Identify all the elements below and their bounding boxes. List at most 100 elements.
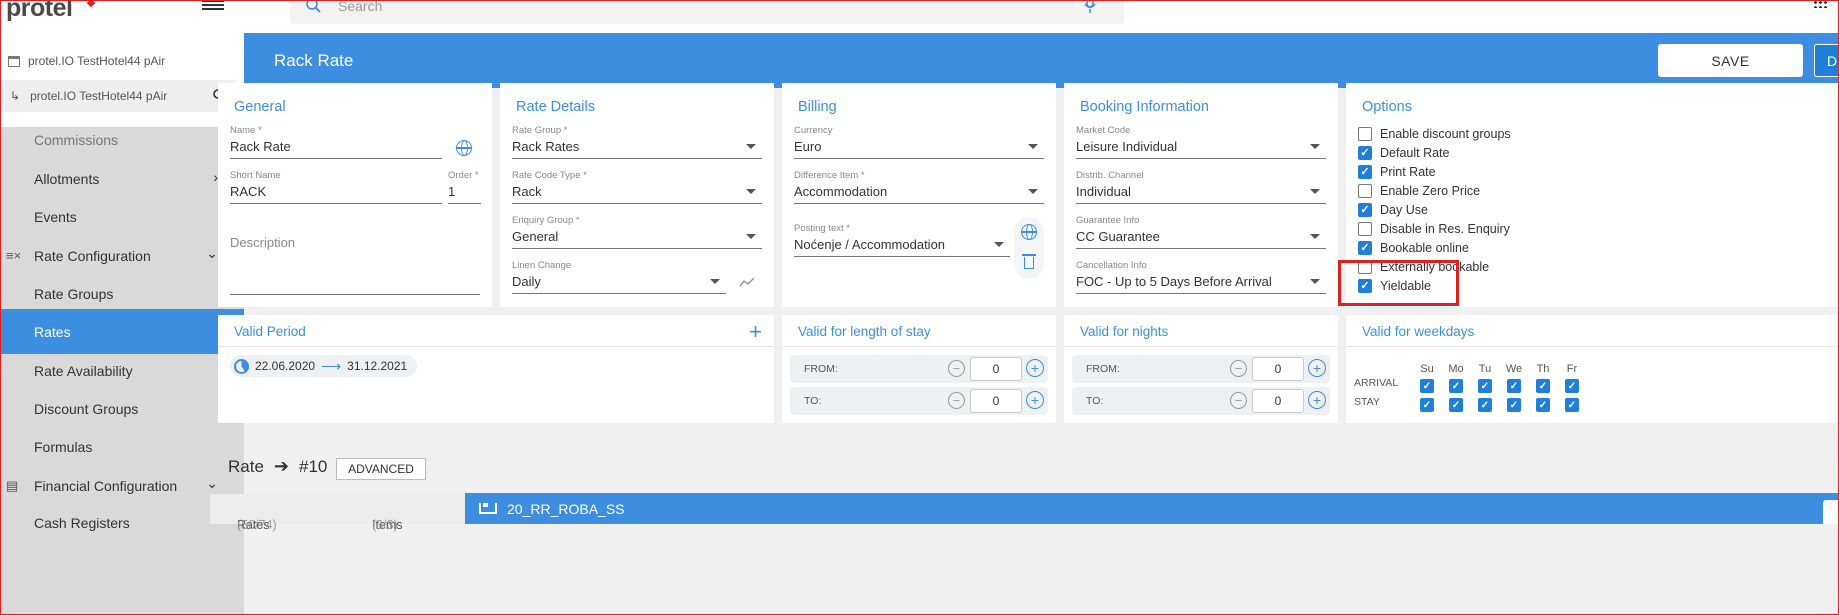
option-disable-in-res-enquiry[interactable]: Disable in Res. Enquiry: [1358, 222, 1510, 236]
sidebar-item-commissions[interactable]: Commissions: [0, 124, 244, 156]
save-button[interactable]: SAVE: [1658, 44, 1803, 77]
checkbox[interactable]: ✓: [1358, 241, 1372, 255]
page-header: Rack Rate SAVE DETAILS: [244, 33, 1839, 88]
cancellation-info-value[interactable]: FOC - Up to 5 Days Before Arrival: [1076, 274, 1326, 294]
difference-item-value[interactable]: Accommodation: [794, 184, 1044, 204]
option-default-rate[interactable]: ✓ Default Rate: [1358, 146, 1449, 160]
top-bar: Search: [244, 0, 1839, 33]
enquiry-group-value[interactable]: General: [512, 229, 762, 249]
currency-select[interactable]: Currency Euro: [794, 125, 1044, 159]
add-period-icon[interactable]: +: [749, 319, 762, 345]
los-to-input[interactable]: 0: [970, 389, 1022, 413]
market-code-select[interactable]: Market Code Leisure Individual: [1076, 125, 1326, 159]
nights-to-input[interactable]: 0: [1252, 389, 1304, 413]
linen-change-value[interactable]: Daily: [512, 274, 726, 294]
guarantee-info-select[interactable]: Guarantee Info CC Guarantee: [1076, 215, 1326, 249]
microphone-icon[interactable]: [1084, 0, 1096, 14]
stay-checkbox-tu[interactable]: ✓: [1478, 398, 1492, 412]
sidebar-item-cash-registers[interactable]: Cash Registers: [0, 500, 244, 545]
name-field[interactable]: Name * Rack Rate: [230, 125, 442, 159]
option-print-rate[interactable]: ✓ Print Rate: [1358, 165, 1436, 179]
arrival-checkbox-th[interactable]: ✓: [1536, 379, 1550, 393]
arrival-checkbox-we[interactable]: ✓: [1507, 379, 1521, 393]
option-day-use[interactable]: ✓ Day Use: [1358, 203, 1428, 217]
cash-register-icon: ▤: [6, 478, 19, 493]
rate-group-text: Rack Rates: [512, 139, 580, 154]
option-enable-discount-groups[interactable]: Enable discount groups: [1358, 127, 1511, 141]
trash-icon[interactable]: [1022, 254, 1036, 269]
stay-checkbox-th[interactable]: ✓: [1536, 398, 1550, 412]
globe-icon[interactable]: [1021, 224, 1037, 240]
arrival-checkbox-su[interactable]: ✓: [1420, 379, 1434, 393]
checkbox[interactable]: [1358, 127, 1372, 141]
arrival-checkbox-fr[interactable]: ✓: [1565, 379, 1579, 393]
tab-items-count: (3/3): [372, 518, 398, 532]
date-range-chip[interactable]: 22.06.2020 ⟶ 31.12.2021: [230, 355, 418, 377]
posting-text-select[interactable]: Posting text * Noćenje / Accommodation: [794, 223, 1010, 257]
globe-icon[interactable]: [456, 140, 472, 156]
length-of-stay-title: Valid for length of stay: [798, 324, 931, 339]
rate-group-select[interactable]: Rate Group * Rack Rates: [512, 125, 762, 159]
los-from-input[interactable]: 0: [970, 357, 1022, 381]
option-bookable-online[interactable]: ✓ Bookable online: [1358, 241, 1469, 255]
rate-code-type-value[interactable]: Rack: [512, 184, 762, 204]
checkbox[interactable]: ✓: [1358, 146, 1372, 160]
protel-logo[interactable]: protel: [6, 0, 73, 23]
order-value[interactable]: 1: [448, 184, 481, 204]
linen-change-select[interactable]: Linen Change Daily: [512, 260, 726, 294]
plus-circle-icon[interactable]: +: [1308, 359, 1326, 377]
bar-action[interactable]: [1823, 500, 1839, 524]
stay-checkbox-su[interactable]: ✓: [1420, 398, 1434, 412]
cancellation-info-select[interactable]: Cancellation Info FOC - Up to 5 Days Bef…: [1076, 260, 1326, 294]
minus-circle-icon[interactable]: −: [1230, 360, 1247, 377]
hotel-selector-primary[interactable]: protel.IO TestHotel44 pAir: [8, 54, 165, 68]
caret-down-icon: [1310, 234, 1320, 239]
search-icon: [306, 0, 321, 13]
arrival-checkbox-tu[interactable]: ✓: [1478, 379, 1492, 393]
stay-checkbox-mo[interactable]: ✓: [1449, 398, 1463, 412]
plus-circle-icon[interactable]: +: [1026, 391, 1044, 409]
nights-from-input[interactable]: 0: [1252, 357, 1304, 381]
checkbox[interactable]: [1358, 184, 1372, 198]
apps-grid-icon[interactable]: [1813, 0, 1827, 8]
posting-text-value[interactable]: Noćenje / Accommodation: [794, 237, 1010, 257]
trend-chart-icon[interactable]: [739, 277, 755, 287]
checkbox[interactable]: [1358, 222, 1372, 236]
advanced-button[interactable]: ADVANCED: [336, 458, 426, 480]
weekday-label: Tu: [1478, 363, 1492, 375]
rate-code-type-select[interactable]: Rate Code Type * Rack: [512, 170, 762, 204]
minus-circle-icon[interactable]: −: [948, 392, 965, 409]
sidebar-item-label: Rate Availability: [34, 362, 133, 379]
search-input[interactable]: Search: [290, 0, 1124, 24]
rate-group-value[interactable]: Rack Rates: [512, 139, 762, 159]
difference-item-select[interactable]: Difference Item * Accommodation: [794, 170, 1044, 204]
guarantee-info-value[interactable]: CC Guarantee: [1076, 229, 1326, 249]
short-name-field[interactable]: Short Name RACK: [230, 170, 442, 204]
market-code-value[interactable]: Leisure Individual: [1076, 139, 1326, 159]
stay-checkbox-fr[interactable]: ✓: [1565, 398, 1579, 412]
general-card: General Name * Rack Rate Short Name RACK…: [218, 83, 492, 307]
option-enable-zero-price[interactable]: Enable Zero Price: [1358, 184, 1480, 198]
plus-circle-icon[interactable]: +: [1026, 359, 1044, 377]
stay-checkbox-we[interactable]: ✓: [1507, 398, 1521, 412]
minus-circle-icon[interactable]: −: [1230, 392, 1247, 409]
currency-value[interactable]: Euro: [794, 139, 1044, 159]
option-label: Enable Zero Price: [1380, 184, 1481, 198]
checkbox[interactable]: ✓: [1358, 203, 1372, 217]
menu-icon[interactable]: [202, 0, 224, 10]
plus-circle-icon[interactable]: +: [1308, 391, 1326, 409]
rate-item-bar[interactable]: 20_RR_ROBA_SS: [465, 493, 1839, 524]
order-field[interactable]: Order * 1: [448, 170, 481, 204]
weekdays-card: Valid for weekdays Su ✓ ✓ Mo ✓ ✓ Tu ✓ ✓ We ✓ ✓ Th ✓ ✓ F…: [1346, 315, 1839, 423]
minus-circle-icon[interactable]: −: [948, 360, 965, 377]
details-button[interactable]: DETAILS: [1814, 44, 1839, 77]
distrib-channel-value[interactable]: Individual: [1076, 184, 1326, 204]
arrival-checkbox-mo[interactable]: ✓: [1449, 379, 1463, 393]
hotel-selector-secondary[interactable]: ↳ protel.IO TestHotel44 pAir: [2, 80, 236, 112]
enquiry-group-select[interactable]: Enquiry Group * General: [512, 215, 762, 249]
checkbox[interactable]: ✓: [1358, 165, 1372, 179]
description-field[interactable]: Description: [230, 235, 480, 295]
short-name-value[interactable]: RACK: [230, 184, 442, 204]
distrib-channel-select[interactable]: Distrib. Channel Individual: [1076, 170, 1326, 204]
name-value[interactable]: Rack Rate: [230, 139, 442, 159]
